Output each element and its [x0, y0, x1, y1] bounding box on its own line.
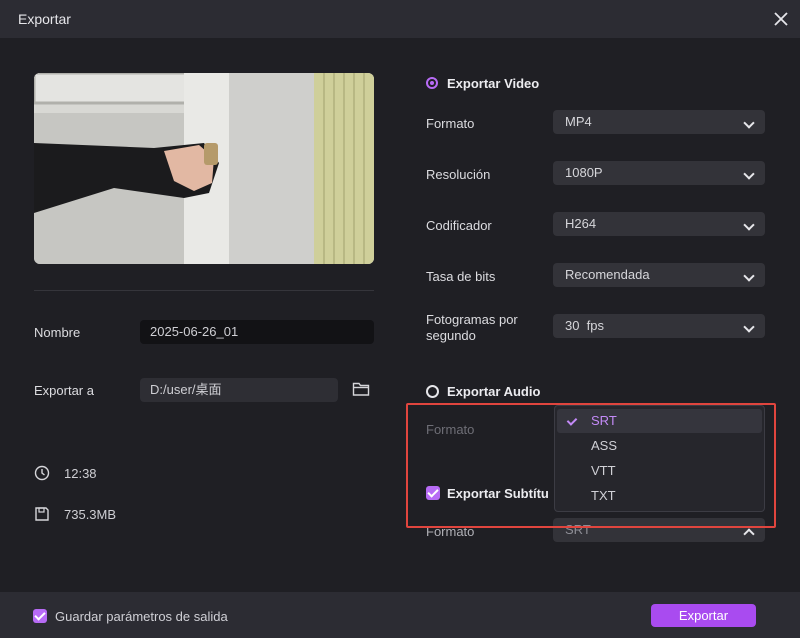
save-params-checkbox[interactable] — [33, 609, 47, 623]
bitrate-value: Recomendada — [565, 267, 650, 282]
duration-value: 12:38 — [64, 466, 97, 481]
resolution-value: 1080P — [565, 165, 603, 180]
save-disk-icon — [35, 507, 49, 521]
fps-label-line1: Fotogramas por — [426, 312, 518, 327]
chevron-down-icon — [743, 117, 755, 129]
close-icon[interactable] — [773, 11, 789, 27]
export-to-label: Exportar a — [34, 383, 94, 398]
export-button[interactable]: Exportar — [651, 604, 756, 627]
file-size-value: 735.3MB — [64, 507, 117, 522]
left-divider — [34, 290, 374, 291]
fps-value: 30 fps — [565, 318, 605, 333]
video-format-label: Formato — [426, 116, 475, 131]
export-audio-radio[interactable] — [426, 385, 439, 398]
fps-label: Fotogramas por segundo — [426, 312, 518, 344]
save-params-label: Guardar parámetros de salida — [55, 609, 228, 624]
folder-icon[interactable] — [352, 381, 370, 397]
title-bar: Exportar — [0, 0, 800, 38]
name-label: Nombre — [34, 325, 81, 340]
video-format-select[interactable]: MP4 — [553, 110, 765, 134]
chevron-up-icon — [743, 528, 755, 540]
codec-select[interactable]: H264 — [553, 212, 765, 236]
resolution-label: Resolución — [426, 167, 491, 182]
chevron-down-icon — [743, 321, 755, 333]
clock-icon — [34, 465, 50, 481]
export-path-input[interactable]: D:/user/桌面 — [140, 378, 338, 402]
chevron-down-icon — [743, 270, 755, 282]
chevron-down-icon — [743, 168, 755, 180]
fps-select[interactable]: 30 fps — [553, 314, 765, 338]
video-preview-thumbnail — [34, 73, 374, 264]
codec-value: H264 — [565, 216, 597, 231]
bitrate-select[interactable]: Recomendada — [553, 263, 765, 287]
fps-label-line2: segundo — [426, 328, 476, 343]
export-video-label: Exportar Video — [447, 76, 540, 91]
video-format-value: MP4 — [565, 114, 592, 129]
highlight-annotation-box — [406, 403, 776, 528]
codec-label: Codificador — [426, 218, 492, 233]
name-input[interactable]: 2025-06-26_01 — [140, 320, 374, 344]
window-title: Exportar — [18, 11, 71, 27]
chevron-down-icon — [743, 219, 755, 231]
bitrate-label: Tasa de bits — [426, 269, 496, 284]
resolution-select[interactable]: 1080P — [553, 161, 765, 185]
export-audio-label: Exportar Audio — [447, 384, 541, 399]
export-video-radio[interactable] — [426, 77, 438, 89]
